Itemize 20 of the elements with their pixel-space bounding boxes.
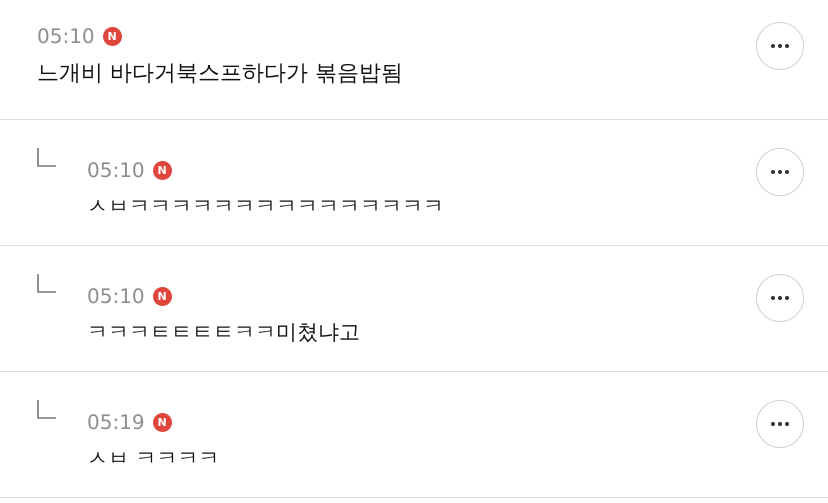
- new-badge: N: [152, 286, 172, 306]
- comment-time: 05:10: [87, 284, 145, 308]
- more-icon: [771, 44, 789, 48]
- more-button[interactable]: [756, 148, 804, 196]
- more-button[interactable]: [756, 400, 804, 448]
- comment-text: ㅅㅂ ㅋㅋㅋㅋ: [87, 445, 221, 472]
- new-badge: N: [152, 412, 172, 432]
- more-button[interactable]: [756, 22, 804, 70]
- comment-time: 05:19: [87, 410, 145, 434]
- comment-text: ㅋㅋㅋㅌㅌㅌㅌㅋㅋ미쳤냐고: [87, 319, 361, 346]
- more-icon: [771, 170, 789, 174]
- new-badge: N: [152, 160, 172, 180]
- comment-text: ㅅㅂㅋㅋㅋㅋㅋㅋㅋㅋㅋㅋㅋㅋㅋㅋㅋ: [87, 193, 445, 220]
- comment-text: 느개비 바다거북스프하다가 볶음밥됨: [37, 60, 404, 88]
- more-icon: [771, 422, 789, 426]
- more-button[interactable]: [756, 274, 804, 322]
- comment-time: 05:10: [37, 24, 95, 48]
- new-badge: N: [102, 26, 122, 46]
- more-icon: [771, 296, 789, 300]
- comment-time: 05:10: [87, 158, 145, 182]
